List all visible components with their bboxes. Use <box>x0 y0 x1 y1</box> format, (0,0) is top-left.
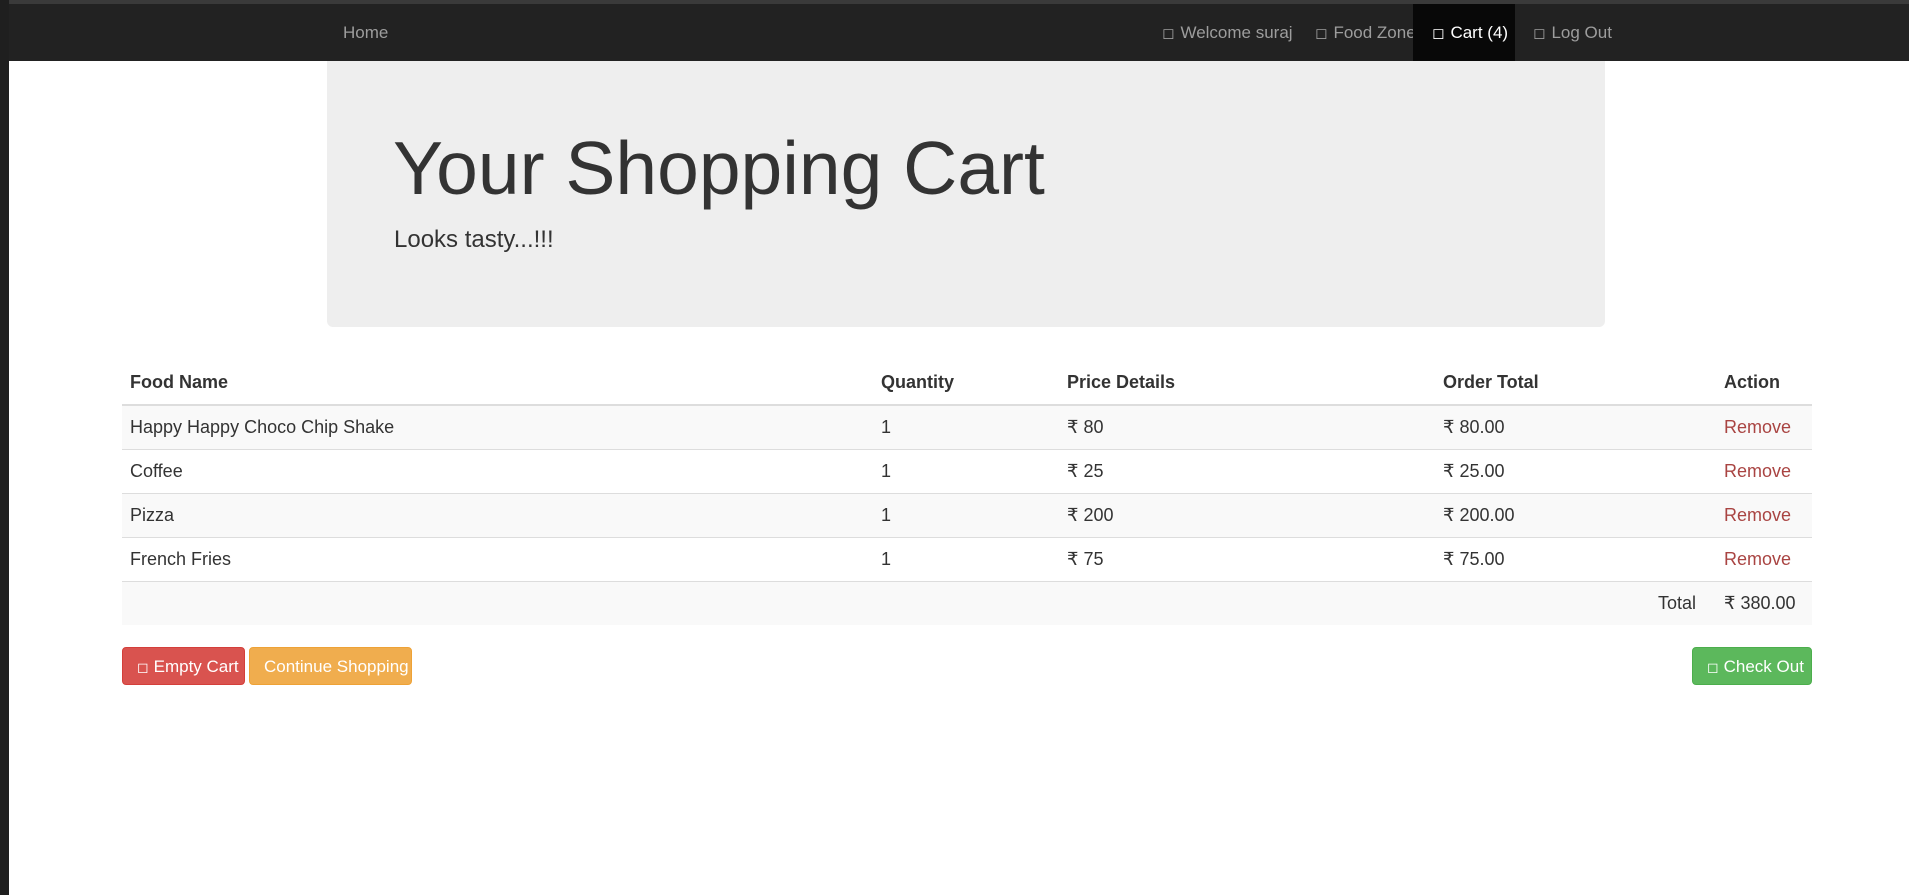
continue-shopping-label: Continue Shopping <box>264 657 409 676</box>
empty-cart-button[interactable]: ◻ Empty Cart <box>122 647 245 685</box>
food-name-cell: Pizza <box>122 493 873 538</box>
header-action: Action <box>1716 361 1812 406</box>
check-out-button[interactable]: ◻ Check Out <box>1692 647 1812 685</box>
remove-link[interactable]: Remove <box>1724 417 1791 437</box>
continue-shopping-button[interactable]: Continue Shopping <box>249 647 412 685</box>
window-edge <box>0 0 9 895</box>
header-price-details: Price Details <box>1059 361 1435 406</box>
check-icon: ◻ <box>1707 660 1719 676</box>
cutlery-icon: ◻ <box>1315 24 1328 42</box>
action-cell: Remove <box>1716 493 1812 538</box>
quantity-cell: 1 <box>873 449 1059 494</box>
price-cell: ₹ 200 <box>1059 493 1435 538</box>
order-total-cell: ₹ 25.00 <box>1435 449 1716 494</box>
check-out-label: Check Out <box>1723 657 1804 676</box>
header-food-name: Food Name <box>122 361 873 406</box>
nav-welcome-link[interactable]: ◻ Welcome suraj <box>1143 4 1312 61</box>
total-label: Total <box>1059 581 1716 625</box>
table-row: French Fries 1 ₹ 75 ₹ 75.00 Remove <box>122 537 1812 582</box>
order-total-cell: ₹ 75.00 <box>1435 537 1716 582</box>
cart-table: Food Name Quantity Price Details Order T… <box>122 361 1812 625</box>
page-subtitle: Looks tasty...!!! <box>394 226 554 253</box>
total-value: ₹ 380.00 <box>1716 581 1812 625</box>
food-name-cell: French Fries <box>122 537 873 582</box>
remove-link[interactable]: Remove <box>1724 461 1791 481</box>
action-cell: Remove <box>1716 449 1812 494</box>
order-total-cell: ₹ 80.00 <box>1435 404 1716 450</box>
header-order-total: Order Total <box>1435 361 1716 406</box>
remove-link[interactable]: Remove <box>1724 505 1791 525</box>
cart-header-panel: Your Shopping Cart Looks tasty...!!! <box>327 61 1605 327</box>
total-row: Total ₹ 380.00 <box>122 581 1812 625</box>
nav-cart-link[interactable]: ◻ Cart (4) <box>1413 4 1515 61</box>
order-total-cell: ₹ 200.00 <box>1435 493 1716 538</box>
action-cell: Remove <box>1716 404 1812 450</box>
page-title: Your Shopping Cart <box>393 126 1045 210</box>
user-icon: ◻ <box>1162 24 1175 42</box>
shopping-cart-icon: ◻ <box>1432 24 1445 42</box>
price-cell: ₹ 75 <box>1059 537 1435 582</box>
table-header-row: Food Name Quantity Price Details Order T… <box>122 361 1812 406</box>
price-cell: ₹ 80 <box>1059 404 1435 450</box>
quantity-cell: 1 <box>873 493 1059 538</box>
quantity-cell: 1 <box>873 404 1059 450</box>
nav-home-link[interactable]: Home <box>324 4 407 61</box>
food-name-cell: Happy Happy Choco Chip Shake <box>122 404 873 450</box>
nav-welcome-label: Welcome suraj <box>1180 23 1293 42</box>
price-cell: ₹ 25 <box>1059 449 1435 494</box>
nav-food-zone-label: Food Zone <box>1333 23 1416 42</box>
top-navbar: Home ◻ Welcome suraj ◻ Food Zone ◻ Cart (4)… <box>9 0 1909 61</box>
table-row: Pizza 1 ₹ 200 ₹ 200.00 Remove <box>122 493 1812 538</box>
table-row: Coffee 1 ₹ 25 ₹ 25.00 Remove <box>122 449 1812 494</box>
food-name-cell: Coffee <box>122 449 873 494</box>
trash-icon: ◻ <box>137 660 149 676</box>
header-quantity: Quantity <box>873 361 1059 406</box>
action-cell: Remove <box>1716 537 1812 582</box>
nav-cart-label: Cart (4) <box>1450 23 1509 42</box>
table-row: Happy Happy Choco Chip Shake 1 ₹ 80 ₹ 80… <box>122 404 1812 450</box>
empty-cart-label: Empty Cart <box>153 657 239 676</box>
quantity-cell: 1 <box>873 537 1059 582</box>
nav-logout-link[interactable]: ◻ Log Out <box>1514 4 1631 61</box>
log-out-icon: ◻ <box>1533 24 1546 42</box>
remove-link[interactable]: Remove <box>1724 549 1791 569</box>
nav-logout-label: Log Out <box>1551 23 1612 42</box>
